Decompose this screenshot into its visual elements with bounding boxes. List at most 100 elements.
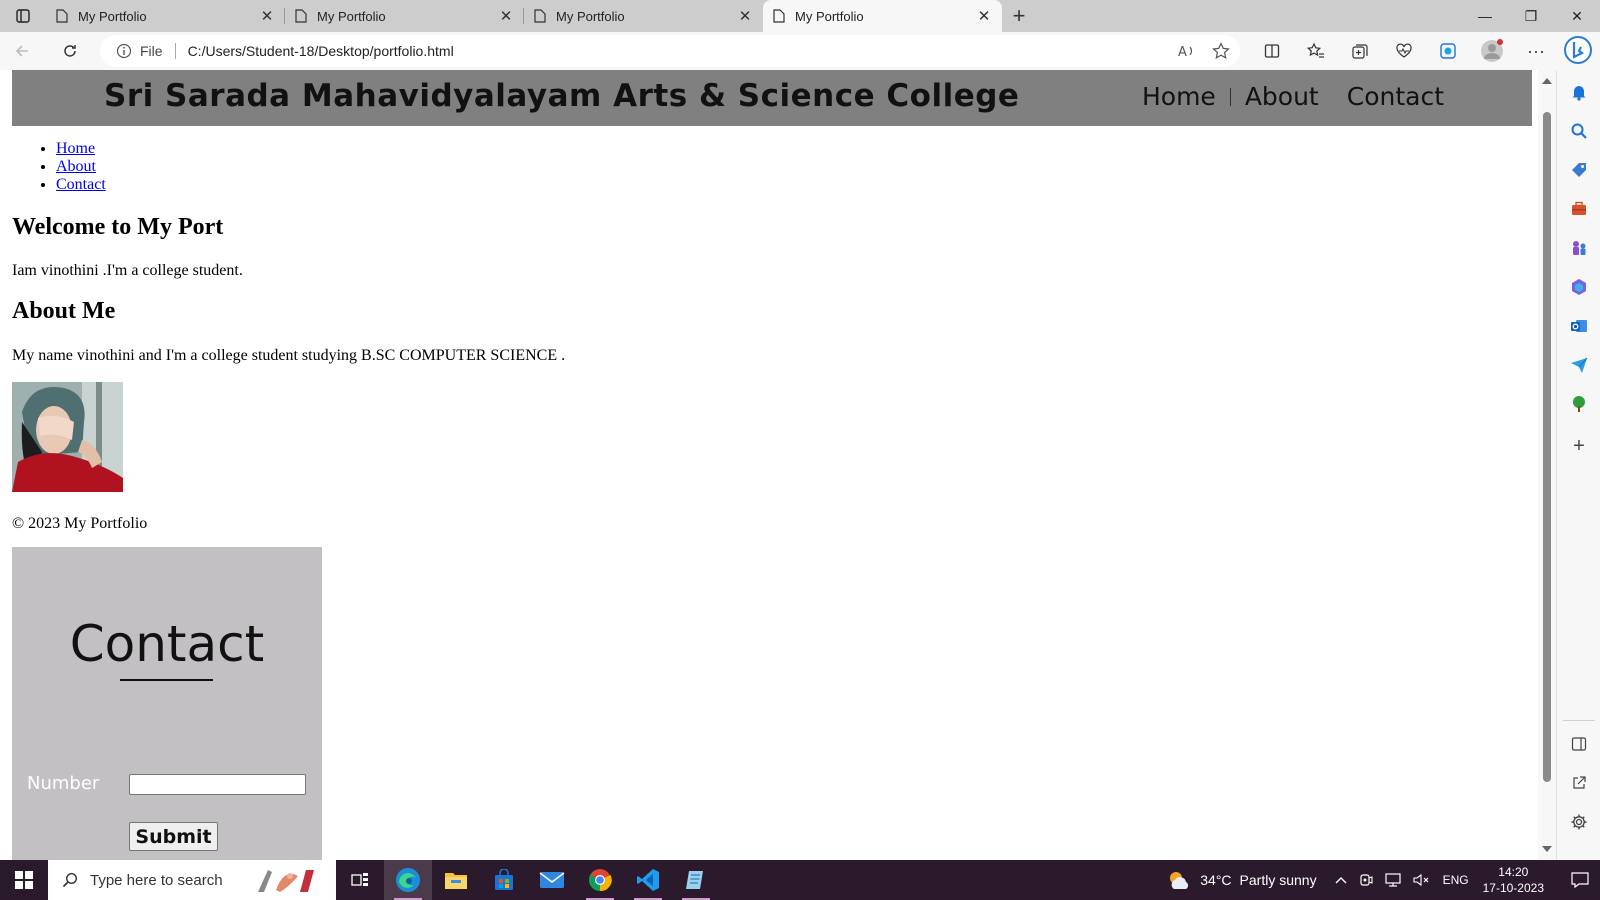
collections-icon xyxy=(1352,44,1368,59)
scroll-down-arrow[interactable] xyxy=(1542,846,1552,852)
header-nav-contact[interactable]: Contact xyxy=(1347,82,1444,111)
network-icon[interactable] xyxy=(1384,873,1401,887)
edge-extension-button[interactable] xyxy=(1426,32,1470,70)
windows-taskbar: Type here to search 34°C Partly sunny EN… xyxy=(0,860,1600,900)
url-text[interactable]: C:/Users/Student-18/Desktop/portfolio.ht… xyxy=(188,43,454,59)
info-icon xyxy=(116,43,132,59)
header-nav-divider xyxy=(1229,87,1231,106)
chevron-up-icon[interactable] xyxy=(1335,875,1347,885)
copilot-button[interactable] xyxy=(1562,34,1594,66)
microsoft-365-icon[interactable] xyxy=(1569,277,1589,297)
favorites-button[interactable] xyxy=(1294,32,1338,70)
split-screen-button[interactable] xyxy=(1250,32,1294,70)
partly-sunny-icon xyxy=(1170,872,1189,889)
link-home[interactable]: Home xyxy=(56,140,95,157)
link-about[interactable]: About xyxy=(56,158,96,175)
tree-icon[interactable] xyxy=(1569,394,1589,414)
store-bag-icon xyxy=(495,869,513,890)
browser-tab[interactable]: My Portfolio ✕ xyxy=(46,0,285,32)
address-bar[interactable]: File C:/Users/Student-18/Desktop/portfol… xyxy=(100,35,1240,67)
start-button[interactable] xyxy=(0,860,48,900)
add-sidebar-app-icon[interactable]: + xyxy=(1569,435,1589,457)
browser-tab-active[interactable]: My Portfolio ✕ xyxy=(763,0,1002,32)
search-icon[interactable] xyxy=(1569,121,1589,141)
meet-now-icon[interactable] xyxy=(1359,873,1373,887)
sidebar-divider xyxy=(1563,720,1595,721)
profile-photo xyxy=(12,382,123,492)
scroll-up-arrow[interactable] xyxy=(1542,78,1552,84)
close-tab-icon[interactable]: ✕ xyxy=(737,7,753,25)
header-nav-about[interactable]: About xyxy=(1245,82,1319,111)
collections-button[interactable] xyxy=(1338,32,1382,70)
weather-condition: Partly sunny xyxy=(1239,872,1317,888)
page-scrollbar[interactable] xyxy=(1538,70,1556,860)
browser-tab[interactable]: My Portfolio ✕ xyxy=(285,0,524,32)
submit-button[interactable]: Submit xyxy=(129,822,218,851)
open-external-icon[interactable] xyxy=(1569,773,1589,793)
minimize-button[interactable]: — xyxy=(1462,0,1508,32)
notifications-icon[interactable] xyxy=(1569,82,1589,102)
read-aloud-icon[interactable]: A xyxy=(1178,43,1196,59)
close-window-button[interactable]: ✕ xyxy=(1554,0,1600,32)
page-icon xyxy=(534,9,546,23)
volume-muted-icon[interactable] xyxy=(1413,873,1429,887)
close-tab-icon[interactable]: ✕ xyxy=(259,7,275,25)
send-plane-icon[interactable] xyxy=(1569,355,1589,375)
header-nav-home[interactable]: Home xyxy=(1142,82,1216,111)
refresh-button[interactable] xyxy=(48,32,92,70)
list-item: Contact xyxy=(56,176,106,194)
weather-widget[interactable]: 34°C Partly sunny xyxy=(1166,869,1317,891)
outlook-icon[interactable] xyxy=(1569,316,1589,336)
tab-actions-button[interactable] xyxy=(0,0,46,32)
restore-button[interactable]: ❐ xyxy=(1508,0,1554,32)
new-tab-button[interactable]: + xyxy=(1002,0,1036,32)
close-tab-icon[interactable]: ✕ xyxy=(498,7,514,25)
svg-text:A: A xyxy=(1178,45,1187,59)
about-text: My name vinothini and I'm a college stud… xyxy=(12,347,566,364)
favorite-star-icon[interactable] xyxy=(1212,42,1230,60)
profile-button[interactable] xyxy=(1470,32,1514,70)
intro-text: Iam vinothini .I'm a college student. xyxy=(12,262,243,279)
more-menu-button[interactable]: ··· xyxy=(1514,32,1558,70)
browser-essentials-button[interactable] xyxy=(1382,32,1426,70)
task-view-button[interactable] xyxy=(336,860,384,900)
taskbar-vscode[interactable] xyxy=(624,860,672,900)
settings-gear-icon[interactable] xyxy=(1569,812,1589,832)
taskbar-store[interactable] xyxy=(480,860,528,900)
bing-logo-icon xyxy=(1564,36,1592,64)
clock-date: 17-10-2023 xyxy=(1482,881,1544,895)
notification-center-button[interactable] xyxy=(1560,872,1600,888)
search-icon xyxy=(62,872,78,888)
site-header: Sri Sarada Mahavidyalayam Arts & Science… xyxy=(12,70,1532,126)
tab-actions-icon xyxy=(16,9,30,23)
hide-sidebar-icon[interactable] xyxy=(1569,734,1589,754)
taskbar-notepad[interactable] xyxy=(672,860,720,900)
tools-briefcase-icon[interactable] xyxy=(1569,199,1589,219)
link-contact[interactable]: Contact xyxy=(56,176,106,193)
address-divider xyxy=(174,43,176,59)
taskbar-mail[interactable] xyxy=(528,860,576,900)
close-tab-icon[interactable]: ✕ xyxy=(976,7,992,25)
window-controls: — ❐ ✕ xyxy=(1462,0,1600,32)
taskbar-file-explorer[interactable] xyxy=(432,860,480,900)
search-placeholder: Type here to search xyxy=(90,871,223,889)
clock[interactable]: 14:20 17-10-2023 xyxy=(1483,864,1544,896)
number-input[interactable] xyxy=(129,774,306,795)
notepad-icon xyxy=(686,871,703,889)
language-indicator[interactable]: ENG xyxy=(1443,873,1469,887)
task-view-icon xyxy=(351,873,368,886)
back-arrow-icon xyxy=(15,45,28,57)
clock-time: 14:20 xyxy=(1498,865,1529,879)
contact-form: Contact Number Submit xyxy=(12,547,322,860)
scroll-thumb[interactable] xyxy=(1543,112,1551,782)
back-button[interactable] xyxy=(0,32,44,70)
contact-heading: Contact xyxy=(69,615,265,673)
browser-tab[interactable]: My Portfolio ✕ xyxy=(524,0,763,32)
taskbar-chrome[interactable] xyxy=(576,860,624,900)
taskbar-edge[interactable] xyxy=(384,860,432,900)
shopping-tag-icon[interactable] xyxy=(1569,160,1589,180)
games-icon[interactable] xyxy=(1569,238,1589,258)
edge-sidebar: + xyxy=(1556,70,1600,860)
copyright-text: © 2023 My Portfolio xyxy=(12,515,148,532)
taskbar-search[interactable]: Type here to search xyxy=(48,860,336,900)
